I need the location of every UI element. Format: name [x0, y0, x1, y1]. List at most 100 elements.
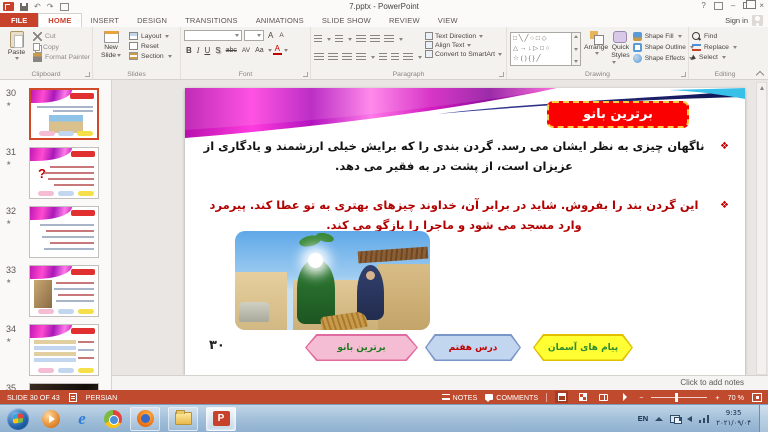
grow-font-button[interactable]: A [266, 31, 275, 40]
tab-file[interactable]: FILE [0, 13, 38, 27]
slide-page-number[interactable]: ۳۰ [209, 338, 225, 353]
firefox-taskbar-button[interactable] [130, 407, 160, 431]
paste-button[interactable]: Paste [3, 30, 30, 69]
language-indicator[interactable]: PERSIAN [86, 393, 118, 402]
thumbnail-row-31[interactable]: 31★ ? [6, 147, 111, 199]
new-slide-button[interactable]: New Slide [96, 30, 126, 69]
show-desktop-button[interactable] [759, 405, 768, 432]
clipboard-dialog-launcher[interactable] [85, 72, 90, 77]
zoom-in-button[interactable]: + [715, 393, 719, 402]
slide-thumbnail-32[interactable] [29, 206, 99, 258]
slide-thumbnail-30[interactable] [29, 88, 99, 140]
restore-button[interactable] [743, 2, 751, 9]
zoom-level[interactable]: 70 % [728, 393, 744, 402]
section-button[interactable]: Section [129, 52, 172, 60]
justify-icon[interactable] [356, 53, 366, 61]
shape-fill-button[interactable]: Shape Fill [633, 32, 694, 41]
shapes-gallery[interactable]: □ ╲ ╱ ○ □ ◇ △ → ↓ ▷ □ ○ ☆ ( ) { } ╱ [510, 32, 572, 66]
text-direction-button[interactable]: Text Direction [425, 32, 502, 40]
character-spacing-button[interactable]: AV [240, 47, 252, 54]
format-painter-button[interactable]: Format Painter [33, 53, 90, 62]
drawing-dialog-launcher[interactable] [681, 72, 686, 77]
slide-sorter-button[interactable] [576, 391, 589, 403]
convert-smartart-button[interactable]: Convert to SmartArt [425, 50, 502, 58]
tab-review[interactable]: REVIEW [380, 13, 429, 27]
thumbnail-row-33[interactable]: 33★ [6, 265, 111, 317]
tab-home[interactable]: HOME [38, 13, 81, 27]
slide-thumbnail-35[interactable] [29, 383, 99, 390]
ribbon-options-button[interactable] [714, 2, 723, 10]
thumbnail-row-30[interactable]: 30★ [6, 88, 111, 140]
increase-indent-icon[interactable] [370, 35, 380, 43]
input-language-indicator[interactable]: EN [638, 414, 648, 423]
show-hidden-icons-button[interactable] [655, 417, 663, 421]
tab-design[interactable]: DESIGN [128, 13, 176, 27]
bullets-icon[interactable] [314, 35, 322, 43]
notes-pane[interactable]: Click to add notes [112, 375, 768, 390]
sign-in-button[interactable]: Sign in [725, 13, 763, 27]
slide-canvas[interactable]: برترین بانو ❖ ناگهان چیزی به نظر ایشان م… [185, 88, 745, 375]
layout-button[interactable]: Layout [129, 32, 172, 40]
font-dialog-launcher[interactable] [303, 72, 308, 77]
decrease-indent-icon[interactable] [356, 35, 366, 43]
find-button[interactable]: Find [692, 32, 737, 41]
strikethrough-button[interactable]: abc [224, 47, 239, 54]
copy-button[interactable]: Copy [33, 43, 90, 51]
quick-styles-button[interactable]: Quick Styles [611, 30, 630, 69]
font-size-dropdown[interactable] [244, 30, 264, 41]
banner-dars-haftom[interactable]: درس هفتم [425, 334, 521, 361]
speaker-icon[interactable] [687, 416, 692, 422]
shape-outline-button[interactable]: Shape Outline [633, 43, 694, 52]
select-button[interactable]: Select [692, 54, 737, 61]
tab-insert[interactable]: INSERT [82, 13, 129, 27]
signal-icon[interactable] [699, 415, 709, 423]
close-button[interactable]: × [759, 1, 764, 10]
internet-explorer-icon[interactable]: e [73, 410, 91, 428]
reading-view-button[interactable] [597, 391, 610, 403]
slide-bullet-2[interactable]: ❖ این گردن بند را بفروش. شاید در برابر آ… [197, 195, 729, 235]
font-name-dropdown[interactable] [184, 30, 242, 41]
proofing-icon[interactable] [69, 393, 77, 402]
cut-button[interactable]: Cut [33, 32, 90, 41]
slide-thumbnail-33[interactable] [29, 265, 99, 317]
thumbnail-row-32[interactable]: 32★ [6, 206, 111, 258]
align-text-button[interactable]: Align Text [425, 41, 502, 49]
powerpoint-taskbar-button[interactable]: P [206, 407, 236, 431]
tab-slideshow[interactable]: SLIDE SHOW [313, 13, 380, 27]
tab-transitions[interactable]: TRANSITIONS [176, 13, 247, 27]
editor-scrollbar[interactable] [756, 82, 767, 375]
slide-title-box[interactable]: برترین بانو [547, 101, 689, 128]
notes-toggle[interactable]: NOTES [442, 393, 478, 402]
replace-button[interactable]: Replace [692, 43, 737, 52]
arrange-button[interactable]: Arrange [584, 30, 608, 69]
slide-thumbnail-panel[interactable]: 30★ 31★ ? [0, 80, 112, 390]
normal-view-button[interactable] [555, 391, 568, 403]
banner-payamhaye-aseman[interactable]: پیام های آسمان [533, 334, 633, 361]
fit-to-window-icon[interactable] [752, 393, 762, 402]
font-color-button[interactable]: A [273, 45, 282, 55]
comments-toggle[interactable]: COMMENTS [485, 393, 538, 402]
ltr-direction-icon[interactable] [379, 53, 387, 61]
columns-icon[interactable] [403, 53, 413, 61]
reset-button[interactable]: Reset [129, 42, 172, 50]
media-player-icon[interactable] [42, 410, 60, 428]
align-center-icon[interactable] [328, 53, 338, 61]
bold-button[interactable]: B [184, 46, 194, 55]
shapes-gallery-scroll[interactable] [572, 32, 581, 66]
shrink-font-button[interactable]: A [277, 32, 285, 39]
slide-picture[interactable] [235, 231, 430, 330]
italic-button[interactable]: I [195, 46, 202, 55]
thumbnail-row-34[interactable]: 34★ [6, 324, 111, 376]
rtl-direction-icon[interactable] [391, 53, 399, 61]
zoom-slider[interactable] [651, 397, 707, 398]
tab-animations[interactable]: ANIMATIONS [247, 13, 313, 27]
clock[interactable]: 9:35 ۲۰۲۱/۰۹/۰۴ [716, 409, 751, 427]
tab-view[interactable]: VIEW [429, 13, 467, 27]
zoom-out-button[interactable]: − [639, 393, 643, 402]
slide-bullet-1[interactable]: ❖ ناگهان چیزی به نظر ایشان می رسد. گردن … [197, 136, 729, 176]
numbering-icon[interactable] [335, 35, 343, 43]
explorer-taskbar-button[interactable] [168, 407, 198, 431]
paragraph-dialog-launcher[interactable] [499, 72, 504, 77]
underline-button[interactable]: U [202, 46, 212, 55]
align-left-icon[interactable] [314, 53, 324, 61]
